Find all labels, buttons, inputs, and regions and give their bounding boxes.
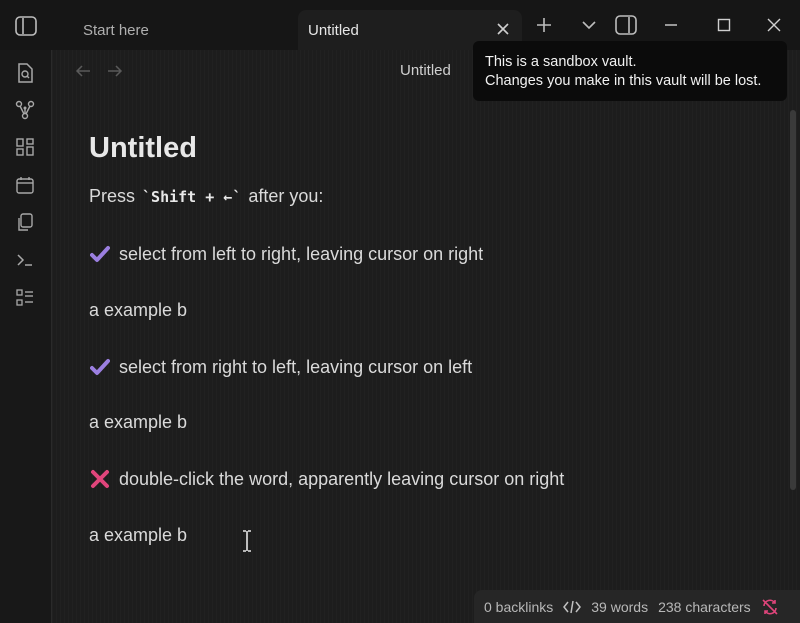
item-text: select from left to right, leaving curso… xyxy=(119,243,484,264)
list-item[interactable]: double-click the word, apparently leavin… xyxy=(89,468,564,490)
code-icon[interactable] xyxy=(563,600,582,614)
list-item[interactable]: select from left to right, leaving curso… xyxy=(89,243,483,265)
minimize-icon[interactable] xyxy=(658,12,684,38)
tab-label: Untitled xyxy=(308,21,359,39)
text-cursor-icon xyxy=(240,530,254,552)
note-title[interactable]: Untitled xyxy=(89,132,197,165)
list-item[interactable]: select from right to left, leaving curso… xyxy=(89,356,472,378)
copy-icon[interactable] xyxy=(14,211,36,233)
forward-arrow-icon[interactable] xyxy=(106,62,124,80)
cross-mark-icon xyxy=(89,468,111,490)
search-file-icon[interactable] xyxy=(14,62,36,84)
view-header-title[interactable]: Untitled xyxy=(400,62,451,79)
status-bar: 0 backlinks 39 words 238 characters xyxy=(474,590,800,623)
left-ribbon xyxy=(0,50,52,623)
checklist-icon[interactable] xyxy=(14,287,36,309)
backlinks-count[interactable]: 0 backlinks xyxy=(484,599,553,615)
tooltip-line: This is a sandbox vault. xyxy=(485,54,637,70)
close-icon[interactable] xyxy=(494,20,512,38)
example-line[interactable]: a example b xyxy=(89,525,187,546)
sidebar-toggle-icon[interactable] xyxy=(14,14,38,38)
item-text: select from right to left, leaving curso… xyxy=(119,356,473,377)
new-tab-icon[interactable] xyxy=(531,12,557,38)
scrollbar[interactable] xyxy=(790,110,796,490)
sandbox-tooltip: This is a sandbox vault. Changes you mak… xyxy=(473,41,787,101)
right-sidebar-toggle-icon[interactable] xyxy=(613,12,639,38)
inline-code: `Shift + ←` xyxy=(142,187,242,206)
canvas-grid-icon[interactable] xyxy=(14,136,36,158)
example-line[interactable]: a example b xyxy=(89,300,187,321)
tab-label: Start here xyxy=(83,21,149,39)
example-line[interactable]: a example b xyxy=(89,412,187,433)
tooltip-line: Changes you make in this vault will be l… xyxy=(485,73,762,89)
sync-error-icon[interactable] xyxy=(761,598,779,616)
terminal-icon[interactable] xyxy=(14,249,36,271)
press-prefix: Press xyxy=(89,186,136,206)
graph-icon[interactable] xyxy=(14,99,36,121)
back-arrow-icon[interactable] xyxy=(74,62,92,80)
maximize-icon[interactable] xyxy=(711,12,737,38)
press-suffix: after you: xyxy=(248,186,324,206)
close-window-icon[interactable] xyxy=(761,12,787,38)
calendar-icon[interactable] xyxy=(14,174,36,196)
character-count: 238 characters xyxy=(658,598,751,615)
instruction-line[interactable]: Press `Shift + ←` after you: xyxy=(89,186,323,207)
tab-start-here[interactable]: Start here xyxy=(68,10,296,50)
word-count: 39 words xyxy=(591,598,649,615)
item-text: double-click the word, apparently leavin… xyxy=(119,468,565,489)
chevron-down-icon[interactable] xyxy=(576,12,602,38)
check-mark-icon xyxy=(89,356,111,378)
check-mark-icon xyxy=(89,243,111,265)
